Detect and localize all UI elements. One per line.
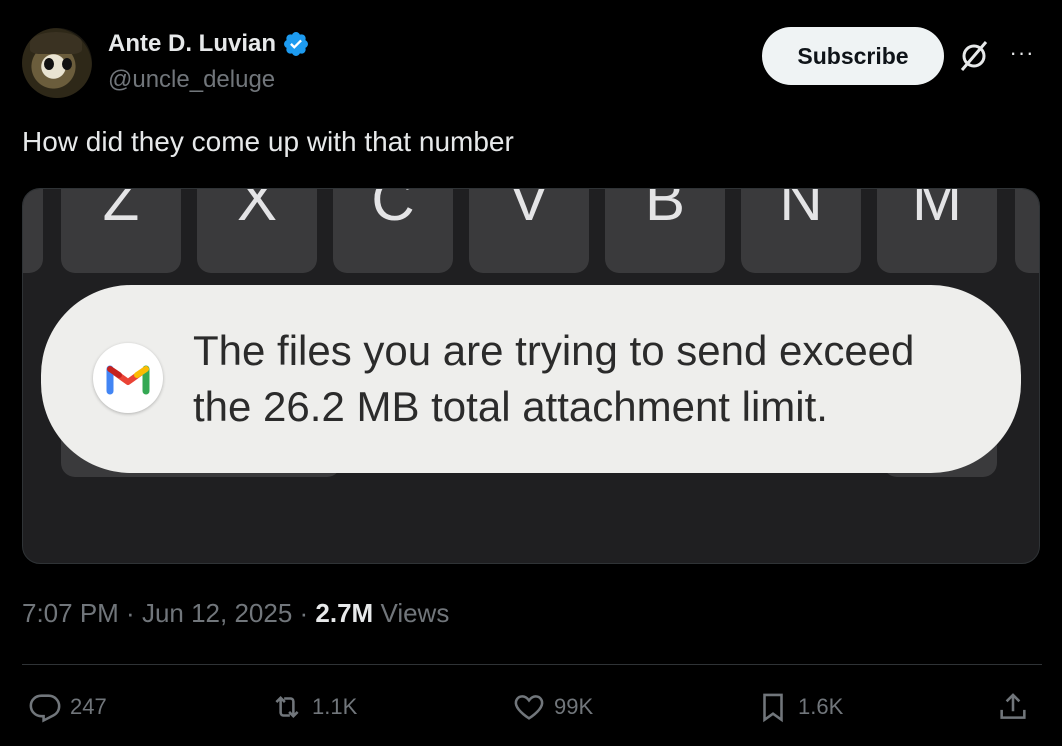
bookmark-count: 1.6K (798, 694, 844, 719)
like-count: 99K (554, 694, 594, 719)
like-button[interactable]: 99K (512, 690, 593, 724)
keyboard-key: V (469, 189, 589, 273)
keyboard-key: N (741, 189, 861, 273)
author-handle[interactable]: @uncle_deluge (108, 66, 275, 94)
repost-button[interactable]: 1.1K (270, 690, 357, 724)
avatar-hat (30, 32, 82, 54)
reply-button[interactable]: 247 (28, 690, 107, 724)
avatar-eye-right (62, 58, 72, 70)
tweet-date[interactable]: Jun 12, 2025 (142, 598, 292, 628)
toast-message: The files you are trying to send exceed … (193, 323, 993, 435)
more-options-icon[interactable]: ··· (1004, 38, 1040, 74)
keyboard-key-edge-right (1015, 189, 1039, 273)
toast-line-2: the 26.2 MB total attachment limit. (193, 383, 828, 430)
author-name-row: Ante D. Luvian (108, 30, 310, 58)
author-name[interactable]: Ante D. Luvian (108, 30, 276, 58)
views-count: 2.7M (315, 598, 374, 628)
verified-badge-icon (284, 32, 308, 56)
share-button[interactable] (996, 690, 1030, 724)
keyboard-key-edge-left (23, 189, 43, 273)
avatar-eye-left (44, 58, 54, 70)
keyboard-key: C (333, 189, 453, 273)
reply-count: 247 (70, 694, 107, 719)
gmail-toast: The files you are trying to send exceed … (41, 285, 1021, 473)
tweet-text: How did they come up with that number (22, 126, 514, 157)
reply-icon (29, 694, 61, 723)
keyboard-key: M (877, 189, 997, 273)
bookmark-icon (763, 693, 783, 723)
tweet-media-image[interactable]: Z X C V B N M The files you are trying t… (22, 188, 1040, 564)
repost-icon (275, 695, 299, 719)
avatar[interactable] (22, 28, 92, 98)
meta-separator: · (118, 598, 142, 628)
toast-line-1: The files you are trying to send exceed (193, 327, 915, 374)
divider (22, 664, 1042, 665)
bookmark-button[interactable]: 1.6K (756, 690, 843, 724)
subscribe-button[interactable]: Subscribe (762, 27, 944, 85)
gmail-icon (93, 343, 163, 413)
keyboard-key: Z (61, 189, 181, 273)
keyboard-key: B (605, 189, 725, 273)
views-label: Views (373, 598, 450, 628)
tweet-time[interactable]: 7:07 PM (22, 598, 119, 628)
heart-icon (514, 695, 544, 720)
share-icon (1000, 693, 1026, 719)
grok-icon[interactable] (956, 38, 992, 74)
repost-count: 1.1K (312, 694, 358, 719)
tweet-meta: 7:07 PM · Jun 12, 2025 · 2.7M Views (22, 598, 449, 629)
meta-separator: · (292, 598, 316, 628)
keyboard-key: X (197, 189, 317, 273)
